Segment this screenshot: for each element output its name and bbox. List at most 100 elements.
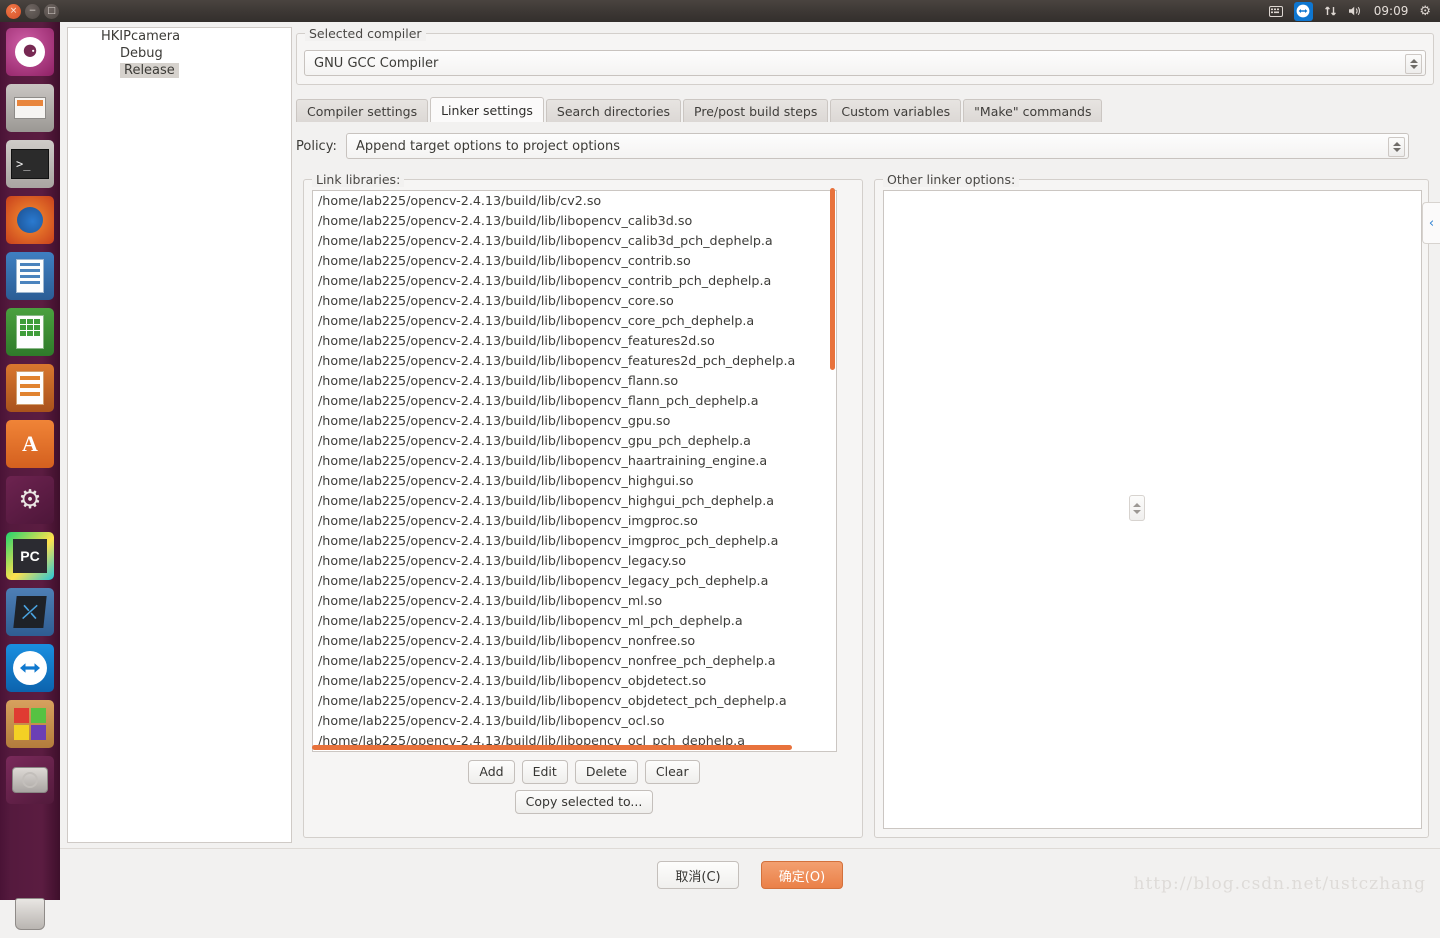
tab-custom-variables[interactable]: Custom variables (830, 99, 962, 122)
edit-button[interactable]: Edit (521, 760, 568, 784)
tree-item-debug[interactable]: Debug (68, 45, 291, 62)
launcher-item-libreoffice-writer[interactable] (6, 252, 54, 300)
link-library-row[interactable]: /home/lab225/opencv-2.4.13/build/lib/lib… (313, 331, 836, 351)
link-library-row[interactable]: /home/lab225/opencv-2.4.13/build/lib/lib… (313, 411, 836, 431)
tab-compiler-settings[interactable]: Compiler settings (296, 99, 429, 122)
copy-selected-to-button[interactable]: Copy selected to... (514, 790, 654, 814)
link-library-row[interactable]: /home/lab225/opencv-2.4.13/build/lib/cv2… (313, 191, 836, 211)
link-library-row[interactable]: /home/lab225/opencv-2.4.13/build/lib/lib… (313, 531, 836, 551)
tree-item-project[interactable]: HKIPcamera (68, 28, 291, 45)
ok-button[interactable]: 确定(O) (761, 861, 843, 889)
launcher-item-teamviewer[interactable] (6, 644, 54, 692)
link-library-row[interactable]: /home/lab225/opencv-2.4.13/build/lib/lib… (313, 491, 836, 511)
compiler-dropdown-spinner[interactable] (1405, 54, 1422, 74)
link-library-row[interactable]: /home/lab225/opencv-2.4.13/build/lib/lib… (313, 211, 836, 231)
link-libraries-group: Link libraries: /home/lab225/opencv-2.4.… (303, 172, 864, 838)
link-libraries-list[interactable]: /home/lab225/opencv-2.4.13/build/lib/cv2… (312, 190, 837, 752)
link-library-row[interactable]: /home/lab225/opencv-2.4.13/build/lib/lib… (313, 611, 836, 631)
trash-icon (15, 898, 45, 930)
minimize-window-button[interactable]: − (25, 3, 40, 19)
link-library-row[interactable]: /home/lab225/opencv-2.4.13/build/lib/lib… (313, 471, 836, 491)
launcher-item-firefox[interactable] (6, 196, 54, 244)
keyboard-icon[interactable] (1268, 5, 1283, 17)
launcher-item-ubuntu-dash[interactable]: ⚈ (6, 28, 54, 76)
policy-row: Policy: Append target options to project… (296, 131, 1434, 161)
link-libraries-horizontal-scrollbar[interactable] (312, 745, 792, 750)
unity-launcher: ⚈ >_ A ⚙ PC ⤫ (0, 22, 60, 930)
vscode-icon: ⤫ (13, 596, 47, 628)
tab-prepost-build-steps[interactable]: Pre/post build steps (683, 99, 829, 122)
software-center-icon: A (22, 431, 38, 456)
policy-dropdown-spinner[interactable] (1388, 137, 1405, 157)
link-library-row[interactable]: /home/lab225/opencv-2.4.13/build/lib/lib… (313, 271, 836, 291)
other-linker-options-textarea[interactable] (883, 190, 1422, 829)
link-library-row[interactable]: /home/lab225/opencv-2.4.13/build/lib/lib… (313, 651, 836, 671)
link-library-row[interactable]: /home/lab225/opencv-2.4.13/build/lib/lib… (313, 351, 836, 371)
launcher-item-trash[interactable] (6, 890, 54, 938)
panel-splitter-handle[interactable] (1129, 495, 1145, 521)
watermark: http://blog.csdn.net/ustczhang (1133, 874, 1426, 894)
link-library-row[interactable]: /home/lab225/opencv-2.4.13/build/lib/lib… (313, 371, 836, 391)
link-library-row[interactable]: /home/lab225/opencv-2.4.13/build/lib/lib… (313, 571, 836, 591)
link-library-row[interactable]: /home/lab225/opencv-2.4.13/build/lib/lib… (313, 511, 836, 531)
maximize-window-button[interactable]: □ (44, 3, 59, 19)
compiler-dropdown[interactable]: GNU GCC Compiler (304, 50, 1426, 76)
link-library-row[interactable]: /home/lab225/opencv-2.4.13/build/lib/lib… (313, 671, 836, 691)
pycharm-icon: PC (13, 539, 47, 573)
launcher-item-files[interactable] (6, 84, 54, 132)
project-target-tree[interactable]: HKIPcamera Debug Release (67, 27, 292, 843)
link-library-row[interactable]: /home/lab225/opencv-2.4.13/build/lib/lib… (313, 251, 836, 271)
teamviewer-icon[interactable] (1293, 1, 1313, 21)
link-library-row[interactable]: /home/lab225/opencv-2.4.13/build/lib/lib… (313, 691, 836, 711)
link-library-row[interactable]: /home/lab225/opencv-2.4.13/build/lib/lib… (313, 711, 836, 731)
cancel-button[interactable]: 取消(C) (657, 861, 739, 889)
link-library-row[interactable]: /home/lab225/opencv-2.4.13/build/lib/lib… (313, 591, 836, 611)
terminal-icon: >_ (11, 149, 49, 179)
settings-tabbar: Compiler settings Linker settings Search… (296, 97, 1434, 122)
volume-icon[interactable] (1348, 5, 1363, 17)
clock[interactable]: 09:09 (1374, 4, 1409, 18)
delete-button[interactable]: Delete (574, 760, 638, 784)
gear-icon[interactable]: ⚙ (1419, 5, 1431, 18)
policy-dropdown[interactable]: Append target options to project options (346, 133, 1409, 159)
launcher-item-ubuntu-software[interactable]: A (6, 420, 54, 468)
add-button[interactable]: Add (468, 760, 515, 784)
link-library-row[interactable]: /home/lab225/opencv-2.4.13/build/lib/lib… (313, 391, 836, 411)
link-library-row[interactable]: /home/lab225/opencv-2.4.13/build/lib/lib… (313, 631, 836, 651)
link-library-row[interactable]: /home/lab225/opencv-2.4.13/build/lib/lib… (313, 431, 836, 451)
link-library-row[interactable]: /home/lab225/opencv-2.4.13/build/lib/lib… (313, 231, 836, 251)
network-icon[interactable] (1324, 5, 1337, 17)
link-libraries-vertical-scrollbar[interactable] (830, 188, 835, 370)
link-library-row[interactable]: /home/lab225/opencv-2.4.13/build/lib/lib… (313, 451, 836, 471)
system-tray: 09:09 ⚙ (1268, 1, 1440, 21)
close-window-button[interactable]: × (6, 3, 21, 19)
writer-icon (16, 259, 44, 293)
launcher-item-libreoffice-impress[interactable] (6, 364, 54, 412)
clear-button[interactable]: Clear (644, 760, 700, 784)
settings-panel: Selected compiler GNU GCC Compiler Compi… (296, 26, 1434, 843)
launcher-item-system-tools[interactable]: ⚙ (6, 476, 54, 524)
selected-compiler-legend: Selected compiler (305, 26, 426, 41)
launcher-item-windows-vm[interactable] (6, 700, 54, 748)
disk-icon (12, 767, 48, 793)
collapse-sidebar-chevron-icon[interactable]: ‹ (1422, 202, 1440, 244)
tab-search-directories[interactable]: Search directories (545, 99, 682, 122)
other-linker-options-group: Other linker options: (874, 172, 1429, 838)
launcher-item-terminal[interactable]: >_ (6, 140, 54, 188)
tree-item-release-label: Release (120, 63, 179, 78)
link-libraries-legend: Link libraries: (312, 172, 405, 187)
compiler-dropdown-value: GNU GCC Compiler (314, 55, 439, 71)
tree-item-release[interactable]: Release (68, 62, 291, 79)
launcher-item-vscode[interactable]: ⤫ (6, 588, 54, 636)
teamviewer-launcher-icon (13, 651, 47, 685)
launcher-item-disk-utility[interactable] (6, 756, 54, 804)
tab-linker-settings[interactable]: Linker settings (430, 97, 544, 122)
copy-selected-row: Copy selected to... (304, 790, 864, 814)
link-library-row[interactable]: /home/lab225/opencv-2.4.13/build/lib/lib… (313, 311, 836, 331)
tab-make-commands[interactable]: "Make" commands (963, 99, 1103, 122)
launcher-item-libreoffice-calc[interactable] (6, 308, 54, 356)
firefox-icon (17, 207, 43, 233)
link-library-row[interactable]: /home/lab225/opencv-2.4.13/build/lib/lib… (313, 291, 836, 311)
link-library-row[interactable]: /home/lab225/opencv-2.4.13/build/lib/lib… (313, 551, 836, 571)
launcher-item-pycharm[interactable]: PC (6, 532, 54, 580)
